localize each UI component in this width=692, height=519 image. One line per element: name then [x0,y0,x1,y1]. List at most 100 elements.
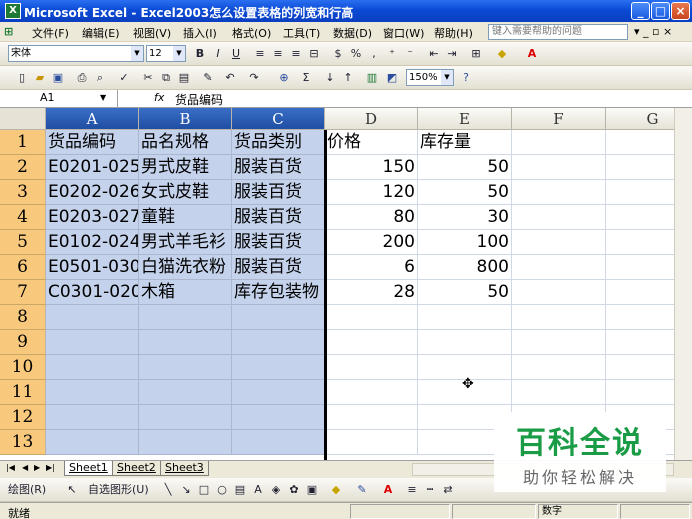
column-header-e[interactable]: E [418,108,512,130]
open-icon[interactable]: ▰ [32,70,48,86]
row-header[interactable]: 13 [0,430,46,455]
cell-f2[interactable] [512,155,606,180]
menu-help[interactable]: 帮助(H) [434,25,473,41]
cell-e2[interactable]: 50 [418,155,512,180]
draw-menu[interactable]: 绘图(R) [8,482,68,498]
fill-color-icon[interactable]: ◆ [494,46,510,62]
line-style-icon[interactable]: ≡ [404,482,420,498]
sort-descending-icon[interactable]: ↑ [340,70,356,86]
new-icon[interactable]: ▯ [14,70,30,86]
copy-icon[interactable]: ⧉ [158,70,174,86]
row-header[interactable]: 2 [0,155,46,180]
cell-b3[interactable]: 女式皮鞋 [139,180,232,205]
cell-c2[interactable]: 服装百货 [232,155,325,180]
align-left-icon[interactable]: ≡ [252,46,268,62]
column-header-a[interactable]: A [46,108,139,130]
cell-a2[interactable]: E0201-025 [46,155,139,180]
autosum-icon[interactable]: Σ [298,70,314,86]
sheet-nav-prev-icon[interactable]: ◀ [22,463,28,472]
cell-f9[interactable] [512,330,606,355]
fx-icon[interactable]: fx [154,91,164,104]
cell-g4[interactable] [606,205,674,230]
column-header-d[interactable]: D [325,108,418,130]
arrow-style-icon[interactable]: ⇄ [440,482,456,498]
cell-f1[interactable] [512,130,606,155]
undo-icon[interactable]: ↶ [222,70,238,86]
font-color-icon[interactable]: A [524,46,540,62]
cell-c13[interactable] [232,430,325,455]
column-header-g[interactable]: G [606,108,674,130]
row-header[interactable]: 9 [0,330,46,355]
sheet-nav-next-icon[interactable]: ▶ [34,463,40,472]
increase-decimal-icon[interactable]: ⁺ [384,46,400,62]
borders-icon[interactable]: ⊞ [468,46,484,62]
cell-a3[interactable]: E0202-026 [46,180,139,205]
cell-f10[interactable] [512,355,606,380]
cell-b2[interactable]: 男式皮鞋 [139,155,232,180]
column-header-c[interactable]: C [232,108,325,130]
cell-d2[interactable]: 150 [325,155,418,180]
format-painter-icon[interactable]: ✎ [200,70,216,86]
cell-d9[interactable] [325,330,418,355]
cell-e6[interactable]: 800 [418,255,512,280]
cell-g11[interactable] [606,380,674,405]
cell-a13[interactable] [46,430,139,455]
cell-g3[interactable] [606,180,674,205]
cell-c10[interactable] [232,355,325,380]
row-header[interactable]: 4 [0,205,46,230]
cell-b9[interactable] [139,330,232,355]
menu-insert[interactable]: 插入(I) [183,25,217,41]
doc-window-controls[interactable]: ▾ _ ▫ × [634,25,672,38]
hyperlink-icon[interactable]: ⊕ [276,70,292,86]
maximize-button[interactable]: □ [651,2,670,20]
decrease-indent-icon[interactable]: ⇤ [426,46,442,62]
font-size-select[interactable]: 12 ▼ [146,45,186,62]
cell-g9[interactable] [606,330,674,355]
name-box[interactable]: A1 ▼ [0,90,118,107]
menu-edit[interactable]: 编辑(E) [82,25,120,41]
cell-f3[interactable] [512,180,606,205]
cell-c7[interactable]: 库存包装物 [232,280,325,305]
cell-d7[interactable]: 28 [325,280,418,305]
menu-view[interactable]: 视图(V) [133,25,171,41]
row-header[interactable]: 3 [0,180,46,205]
align-center-icon[interactable]: ≡ [270,46,286,62]
cell-a11[interactable] [46,380,139,405]
help-search-input[interactable]: 键入需要帮助的问题 [488,24,628,40]
cell-b5[interactable]: 男式羊毛衫 [139,230,232,255]
italic-icon[interactable]: I [210,46,226,62]
textbox-icon[interactable]: ▤ [232,482,248,498]
cell-a8[interactable] [46,305,139,330]
cell-g7[interactable] [606,280,674,305]
paste-icon[interactable]: ▤ [176,70,192,86]
select-objects-icon[interactable]: ↖ [64,482,80,498]
sheet-tab-sheet3[interactable]: Sheet3 [160,461,209,476]
cell-b8[interactable] [139,305,232,330]
cell-b1[interactable]: 品名规格 [139,130,232,155]
select-all-corner[interactable] [0,108,46,130]
cell-f11[interactable] [512,380,606,405]
menu-format[interactable]: 格式(O) [232,25,271,41]
arrow-icon[interactable]: ↘ [178,482,194,498]
menu-file[interactable]: 文件(F) [32,25,69,41]
cell-f7[interactable] [512,280,606,305]
row-header[interactable]: 5 [0,230,46,255]
autoshapes-menu[interactable]: 自选图形(U) [88,482,158,498]
doc-icon[interactable]: ⊞ [4,25,13,38]
cell-b10[interactable] [139,355,232,380]
align-right-icon[interactable]: ≡ [288,46,304,62]
row-header[interactable]: 8 [0,305,46,330]
cell-b13[interactable] [139,430,232,455]
cell-e9[interactable] [418,330,512,355]
line-color-icon[interactable]: ✎ [354,482,370,498]
chart-wizard-icon[interactable]: ▥ [364,70,380,86]
cell-e5[interactable]: 100 [418,230,512,255]
minimize-button[interactable]: _ [631,2,650,20]
underline-icon[interactable]: U [228,46,244,62]
help-icon[interactable]: ? [458,70,474,86]
cell-e1[interactable]: 库存量 [418,130,512,155]
sheet-nav-first-icon[interactable]: |◀ [6,463,15,472]
cell-d13[interactable] [325,430,418,455]
cell-g5[interactable] [606,230,674,255]
cell-g2[interactable] [606,155,674,180]
